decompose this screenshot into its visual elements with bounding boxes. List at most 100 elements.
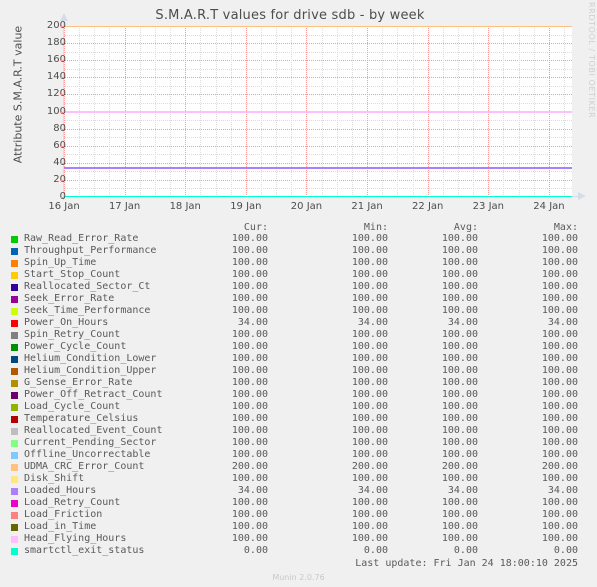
legend-value-avg: 100.00 [441,353,478,364]
legend-value-avg: 100.00 [441,425,478,436]
legend-value-min: 100.00 [351,365,388,376]
legend-value-cur: 0.00 [243,545,268,556]
legend-value-cur: 200.00 [231,461,268,472]
legend-row: G_Sense_Error_Rate 100.00 100.00 100.00 100.… [0,377,597,389]
legend-row: Load_Retry_Count 100.00 100.00 100.00 100.00 [0,497,597,509]
legend-row: Power_On_Hours 34.00 34.00 34.00 34.00 [0,317,597,329]
legend-value-cur: 100.00 [231,365,268,376]
legend-value-max: 100.00 [541,305,578,316]
legend-row: Seek_Error_Rate 100.00 100.00 100.00 100.00 [0,293,597,305]
legend-value-avg: 100.00 [441,413,478,424]
legend-value-min: 100.00 [351,533,388,544]
legend-series-label: Load_Retry_Count [24,497,121,508]
legend-row: Reallocated_Event_Count 100.00 100.00 100.0… [0,425,597,437]
legend-value-max: 100.00 [541,425,578,436]
legend-value-min: 100.00 [351,425,388,436]
legend-value-max: 100.00 [541,413,578,424]
legend-value-max: 100.00 [541,437,578,448]
legend-value-cur: 100.00 [231,257,268,268]
legend-value-avg: 100.00 [441,365,478,376]
legend-value-max: 100.00 [541,521,578,532]
legend-color-swatch [11,332,18,339]
y-tick-mark [60,111,64,113]
legend-value-cur: 100.00 [231,377,268,388]
legend-value-avg: 100.00 [441,269,478,280]
x-tick-label: 16 Jan [48,201,80,212]
legend-value-max: 100.00 [541,353,578,364]
y-axis-label: Attribute S.M.A.R.T value [11,25,25,164]
y-tick-mark [60,26,64,27]
legend-value-avg: 100.00 [441,473,478,484]
legend-value-min: 100.00 [351,497,388,508]
legend-value-min: 100.00 [351,305,388,316]
legend-header-avg: Avg: [453,222,478,233]
legend-value-cur: 100.00 [231,305,268,316]
legend-color-swatch [11,500,18,507]
legend-row: Load_in_Time 100.00 100.00 100.00 100.00 [0,521,597,533]
legend-value-avg: 100.00 [441,533,478,544]
legend-value-avg: 200.00 [441,461,478,472]
legend-value-cur: 100.00 [231,401,268,412]
legend-row: Seek_Time_Performance 100.00 100.00 100.00 1… [0,305,597,317]
legend-table: Cur: Min: Avg: Max: Raw_Read_Error_Rate 1… [0,222,597,557]
legend-value-max: 100.00 [541,509,578,520]
legend-series-label: Load_Friction [24,509,103,520]
legend-row: Start_Stop_Count 100.00 100.00 100.00 100.00 [0,269,597,281]
legend-series-label: Power_Cycle_Count [24,341,127,352]
legend-value-avg: 100.00 [441,521,478,532]
legend-value-min: 200.00 [351,461,388,472]
legend-series-label: Offline_Uncorrectable [24,449,151,460]
legend-value-avg: 100.00 [441,233,478,244]
legend-value-min: 100.00 [351,521,388,532]
legend-series-label: Helium_Condition_Upper [24,365,157,376]
legend-value-cur: 100.00 [231,413,268,424]
legend-value-max: 200.00 [541,461,578,472]
legend-series-label: Throughput_Performance [24,245,157,256]
legend-color-swatch [11,392,18,399]
legend-series-label: G_Sense_Error_Rate [24,377,133,388]
legend-value-max: 0.00 [553,545,578,556]
legend-color-swatch [11,320,18,327]
legend-value-avg: 100.00 [441,449,478,460]
legend-color-swatch [11,356,18,363]
legend-value-min: 100.00 [351,437,388,448]
legend-color-swatch [11,296,18,303]
legend-value-avg: 0.00 [453,545,478,556]
legend-value-min: 100.00 [351,293,388,304]
legend-header-min: Min: [363,222,388,233]
legend-value-cur: 100.00 [231,245,268,256]
legend-value-cur: 100.00 [231,497,268,508]
munin-graph-page: S.M.A.R.T values for drive sdb - by week… [0,0,597,587]
legend-row: Spin_Up_Time 100.00 100.00 100.00 100.00 [0,257,597,269]
page-title: S.M.A.R.T values for drive sdb - by week [155,8,425,23]
legend-row: Helium_Condition_Upper 100.00 100.00 100.00… [0,365,597,377]
legend-value-min: 34.00 [357,317,388,328]
legend-value-cur: 100.00 [231,425,268,436]
legend-value-avg: 34.00 [447,317,478,328]
legend-value-min: 100.00 [351,401,388,412]
legend-value-min: 100.00 [351,341,388,352]
legend-value-max: 100.00 [541,365,578,376]
series-line [64,110,572,113]
legend-series-label: Head_Flying_Hours [24,533,127,544]
legend-color-swatch [11,284,18,291]
y-tick-mark [60,94,64,96]
legend-value-min: 100.00 [351,353,388,364]
legend-value-avg: 100.00 [441,341,478,352]
legend-value-max: 100.00 [541,329,578,340]
legend-color-swatch [11,236,18,243]
legend-color-swatch [11,488,18,495]
legend-series-label: Power_Off_Retract_Count [24,389,163,400]
legend-color-swatch [11,476,18,483]
legend-value-min: 100.00 [351,281,388,292]
legend-value-max: 100.00 [541,449,578,460]
legend-value-min: 100.00 [351,377,388,388]
legend-value-avg: 100.00 [441,497,478,508]
legend-series-label: Temperature_Celsius [24,413,139,424]
legend-color-swatch [11,260,18,267]
legend-value-min: 0.00 [363,545,388,556]
x-axis-arrow-icon [578,192,586,200]
legend-value-cur: 100.00 [231,281,268,292]
legend-series-label: Start_Stop_Count [24,269,121,280]
x-tick-label: 19 Jan [230,201,262,212]
